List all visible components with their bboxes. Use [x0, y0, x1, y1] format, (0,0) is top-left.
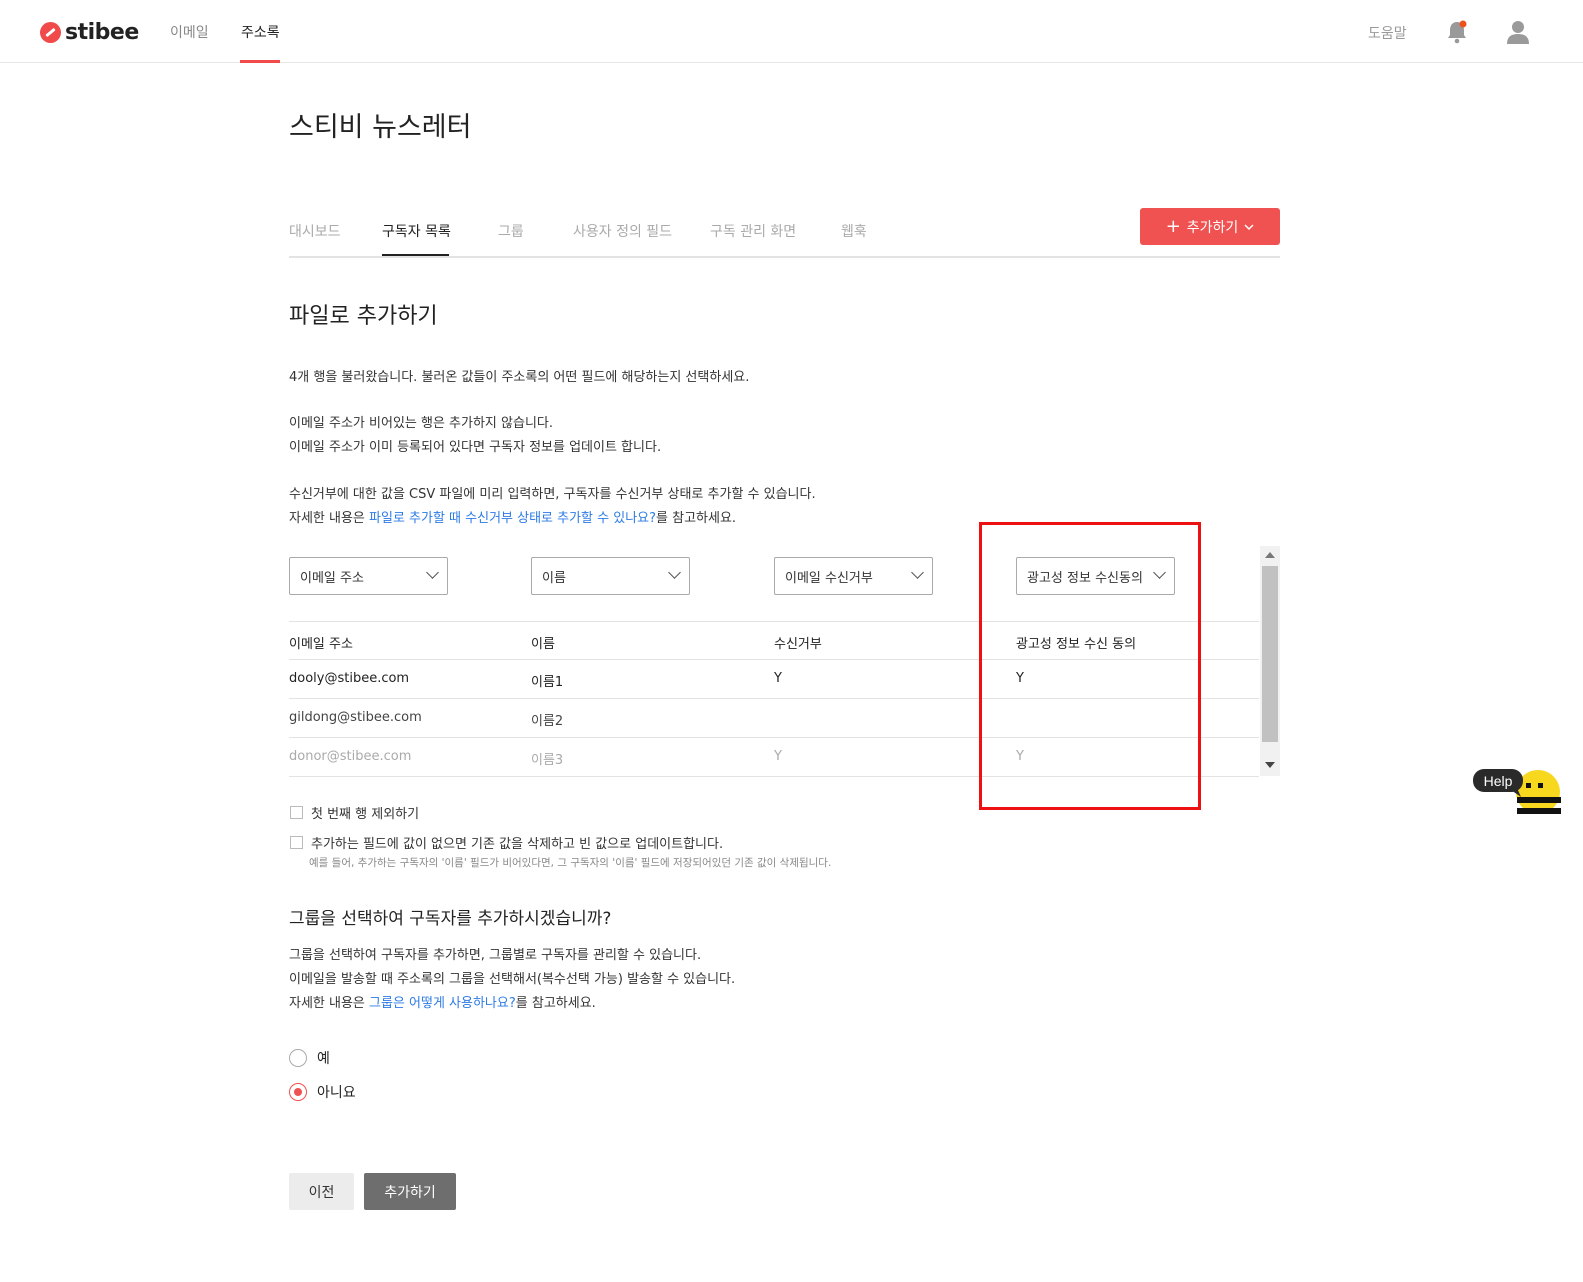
add-subscriber-button[interactable]: + 추가하기 [1140, 208, 1280, 245]
group-info-2: 이메일을 발송할 때 주소록의 그룹을 선택해서(복수선택 가능) 발송할 수 … [289, 972, 736, 987]
select-value: 이메일 수신거부 [785, 570, 873, 586]
cell-email: dooly@stibee.com [289, 671, 410, 686]
nav-item-addressbook[interactable]: 주소록 [241, 22, 280, 42]
exclude-first-row-checkbox[interactable] [290, 806, 303, 819]
top-navigation: stibee 이메일 주소록 도움말 [0, 0, 1583, 63]
select-value: 이메일 주소 [300, 570, 364, 586]
header-email: 이메일 주소 [289, 637, 353, 652]
scroll-down-arrow-icon[interactable] [1265, 762, 1275, 768]
cell-unsubscribe: Y [774, 749, 782, 764]
notification-bell-icon[interactable] [1446, 20, 1468, 44]
cell-name: 이름1 [531, 675, 564, 690]
import-info-text: 4개 행을 불러왔습니다. 불러온 값들이 주소록의 어떤 필드에 해당하는지 … [289, 370, 750, 385]
group-info-1: 그룹을 선택하여 구독자를 추가하면, 그룹별로 구독자를 관리할 수 있습니다… [289, 948, 702, 963]
tab-active-indicator [382, 254, 449, 256]
cell-unsubscribe: Y [774, 671, 782, 686]
page-title: 스티비 뉴스레터 [289, 112, 472, 143]
cell-name: 이름2 [531, 714, 564, 729]
select-value: 이름 [542, 570, 566, 586]
overwrite-empty-option[interactable]: 추가하는 필드에 값이 없으면 기존 값을 삭제하고 빈 값으로 업데이트합니다… [290, 833, 723, 852]
chevron-down-icon [1244, 223, 1254, 230]
highlight-box [979, 522, 1201, 810]
radio-yes-label: 예 [317, 1051, 330, 1067]
tab-dashboard[interactable]: 대시보드 [289, 221, 341, 241]
stibee-logo[interactable]: stibee [40, 18, 139, 46]
header-name: 이름 [531, 637, 555, 652]
subtabs: 대시보드 구독자 목록 그룹 사용자 정의 필드 구독 관리 화면 웹훅 [289, 208, 1280, 258]
cell-email: gildong@stibee.com [289, 710, 422, 725]
unsubscribe-help-link[interactable]: 파일로 추가할 때 수신거부 상태로 추가할 수 있나요? [369, 511, 656, 526]
group-section-title: 그룹을 선택하여 구독자를 추가하시겠습니까? [289, 909, 612, 929]
chevron-down-icon [668, 566, 681, 579]
help-chat-widget-icon[interactable]: Help [1473, 766, 1561, 818]
plus-icon: + [1165, 215, 1181, 237]
overwrite-empty-checkbox[interactable] [290, 836, 303, 849]
exclude-first-row-label: 첫 번째 행 제외하기 [311, 807, 420, 822]
chevron-down-icon [911, 566, 924, 579]
help-link[interactable]: 도움말 [1368, 23, 1407, 43]
add-button-label: 추가하기 [1186, 219, 1239, 236]
nav-active-indicator [240, 60, 280, 63]
chevron-down-icon [426, 566, 439, 579]
empty-email-note: 이메일 주소가 비어있는 행은 추가하지 않습니다. [289, 416, 553, 431]
field-select-unsubscribe[interactable]: 이메일 수신거부 [774, 557, 933, 595]
help-prefix: 자세한 내용은 [289, 511, 370, 526]
previous-button[interactable]: 이전 [289, 1173, 354, 1210]
tab-subscription-page[interactable]: 구독 관리 화면 [710, 221, 796, 241]
exclude-first-row-option[interactable]: 첫 번째 행 제외하기 [290, 803, 419, 822]
section-title: 파일로 추가하기 [289, 304, 438, 329]
group-help-link[interactable]: 그룹은 어떻게 사용하나요? [369, 996, 516, 1011]
update-note: 이메일 주소가 이미 등록되어 있다면 구독자 정보를 업데이트 합니다. [289, 440, 662, 455]
overwrite-empty-label: 추가하는 필드에 값이 없으면 기존 값을 삭제하고 빈 값으로 업데이트합니다… [311, 837, 724, 852]
group-help: 자세한 내용은 그룹은 어떻게 사용하나요?를 참고하세요. [289, 992, 596, 1016]
radio-option-no[interactable]: 아니요 [289, 1082, 356, 1102]
cell-name: 이름3 [531, 753, 564, 768]
stibee-logo-mark-icon [40, 21, 61, 43]
tab-webhook[interactable]: 웹훅 [841, 221, 867, 241]
radio-yes[interactable] [289, 1049, 307, 1067]
field-select-name[interactable]: 이름 [531, 557, 690, 595]
help-suffix: 를 참고하세요. [656, 511, 737, 526]
submit-add-button[interactable]: 추가하기 [364, 1173, 456, 1210]
radio-option-yes[interactable]: 예 [289, 1048, 330, 1068]
radio-no[interactable] [289, 1083, 307, 1101]
tab-custom-fields[interactable]: 사용자 정의 필드 [573, 221, 672, 241]
cell-email: donor@stibee.com [289, 749, 412, 764]
user-avatar-icon[interactable] [1506, 19, 1530, 45]
unsubscribe-note: 수신거부에 대한 값을 CSV 파일에 미리 입력하면, 구독자를 수신거부 상… [289, 487, 816, 502]
tab-subscriber-list[interactable]: 구독자 목록 [382, 221, 451, 241]
unsubscribe-help: 자세한 내용은 파일로 추가할 때 수신거부 상태로 추가할 수 있나요?를 참… [289, 507, 736, 531]
help-prefix: 자세한 내용은 [289, 996, 370, 1011]
scroll-up-arrow-icon[interactable] [1265, 552, 1275, 558]
help-suffix: 를 참고하세요. [515, 996, 596, 1011]
table-scrollbar[interactable] [1260, 546, 1280, 776]
overwrite-example-note: 예를 들어, 추가하는 구독자의 '이름' 필드가 비어있다면, 그 구독자의 … [309, 857, 832, 869]
radio-no-label: 아니요 [317, 1085, 356, 1101]
field-select-email[interactable]: 이메일 주소 [289, 557, 448, 595]
header-unsubscribe: 수신거부 [774, 637, 822, 652]
help-widget-label: Help [1484, 773, 1513, 789]
logo-text: stibee [65, 19, 139, 45]
tab-groups[interactable]: 그룹 [498, 221, 524, 241]
scroll-thumb[interactable] [1262, 566, 1278, 742]
nav-item-email[interactable]: 이메일 [170, 22, 209, 42]
